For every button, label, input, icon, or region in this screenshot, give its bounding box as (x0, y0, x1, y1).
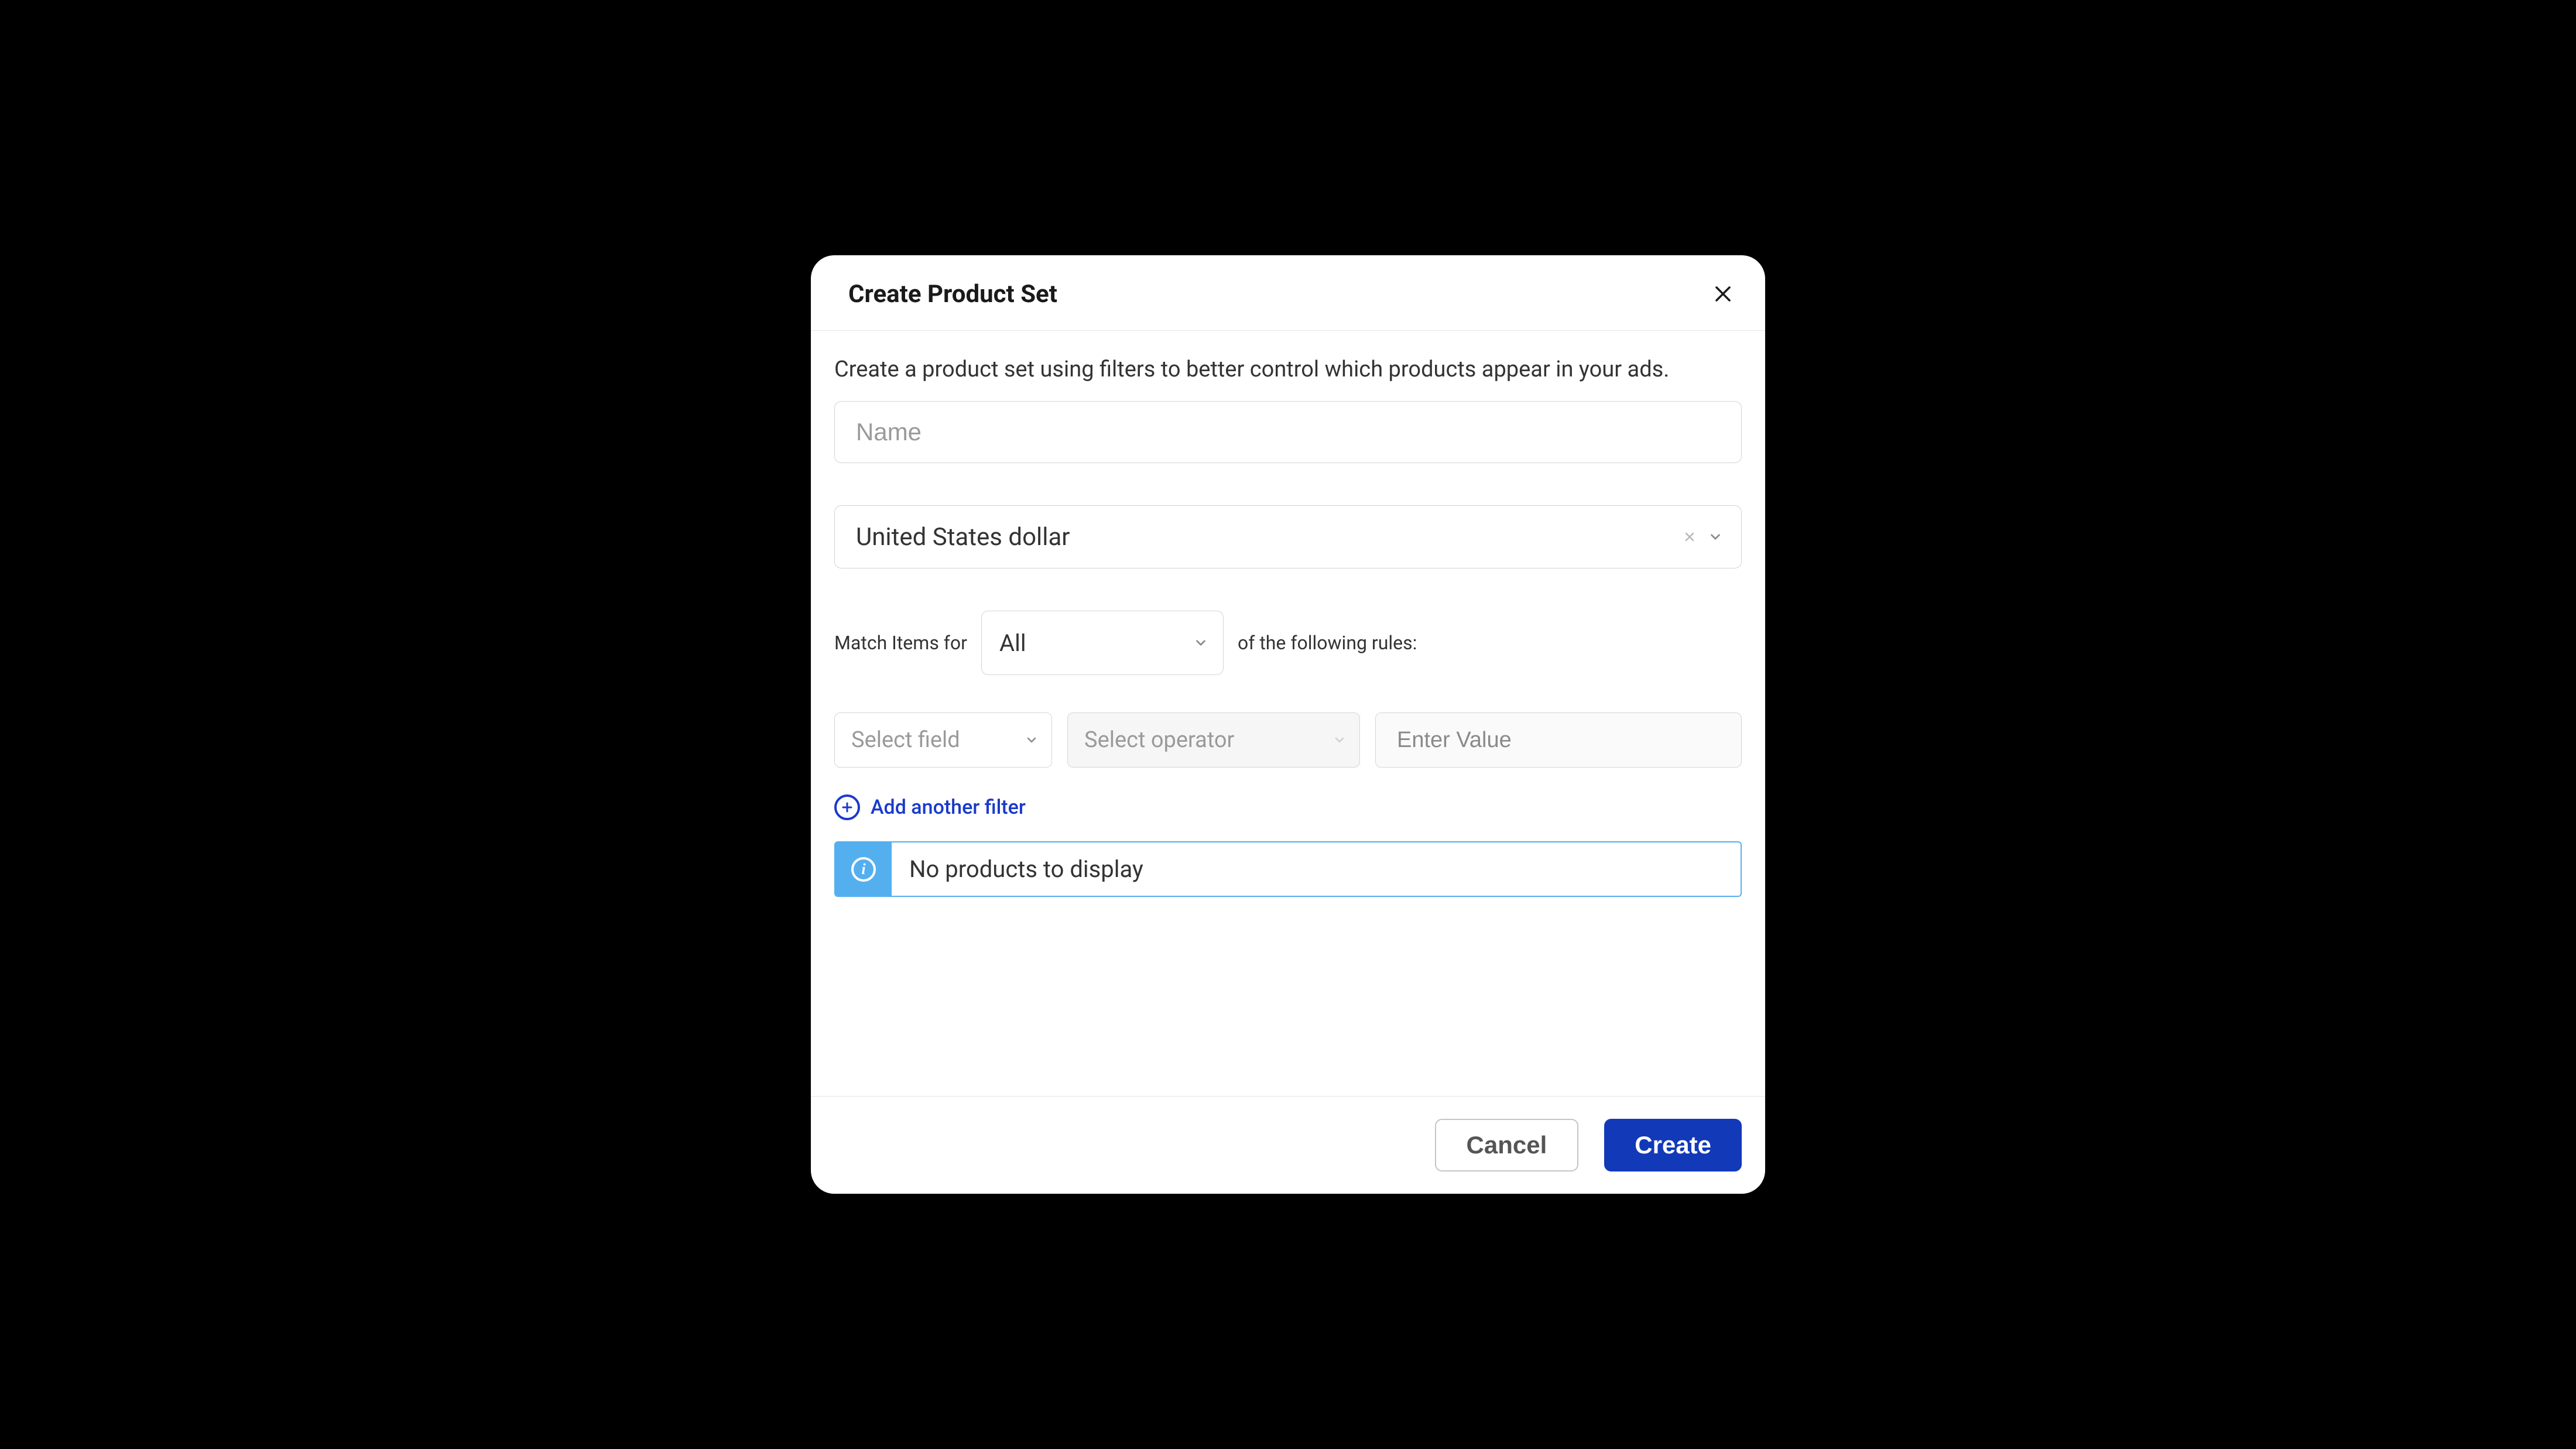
currency-value: United States dollar (856, 523, 1070, 551)
match-prefix-label: Match Items for (834, 632, 967, 654)
chevron-down-icon (1193, 635, 1208, 650)
filter-field-chevron (1023, 732, 1040, 748)
add-filter-button[interactable]: Add another filter (834, 794, 1742, 820)
filter-field-placeholder: Select field (851, 727, 960, 753)
create-button[interactable]: Create (1604, 1119, 1742, 1171)
dialog-footer: Cancel Create (811, 1096, 1765, 1194)
info-icon: i (851, 857, 876, 882)
filter-operator-placeholder: Select operator (1084, 727, 1234, 753)
filter-row: Select field Select operator (834, 712, 1742, 768)
currency-select-icons (1681, 529, 1724, 545)
info-icon-box: i (835, 842, 892, 896)
filter-field-select[interactable]: Select field (834, 712, 1052, 768)
close-button[interactable] (1707, 278, 1739, 310)
x-icon (1683, 530, 1697, 544)
info-banner: i No products to display (834, 841, 1742, 897)
match-select[interactable]: All (981, 611, 1224, 675)
clear-currency-button[interactable] (1681, 529, 1698, 545)
chevron-down-icon (1708, 529, 1723, 544)
add-filter-label: Add another filter (871, 796, 1026, 819)
match-row: Match Items for All of the following rul… (834, 611, 1742, 675)
chevron-down-icon (1025, 733, 1039, 747)
dialog-title: Create Product Set (848, 280, 1057, 309)
match-select-value: All (999, 629, 1026, 657)
dialog-header: Create Product Set (811, 255, 1765, 331)
info-message: No products to display (892, 842, 1741, 896)
close-icon (1712, 283, 1734, 305)
dialog-description: Create a product set using filters to be… (834, 357, 1742, 382)
match-suffix-label: of the following rules: (1238, 632, 1417, 654)
currency-select[interactable]: United States dollar (834, 505, 1742, 568)
cancel-button[interactable]: Cancel (1435, 1119, 1579, 1171)
filter-operator-chevron (1331, 732, 1348, 748)
filter-value-input[interactable] (1375, 712, 1742, 768)
dialog-body: Create a product set using filters to be… (811, 331, 1765, 1096)
chevron-down-icon (1332, 733, 1347, 747)
currency-chevron (1707, 529, 1724, 545)
filter-operator-select[interactable]: Select operator (1067, 712, 1360, 768)
currency-row: United States dollar (834, 505, 1742, 568)
plus-circle-icon (834, 794, 860, 820)
match-chevron (1193, 635, 1209, 651)
create-product-set-dialog: Create Product Set Create a product set … (811, 255, 1765, 1194)
name-input[interactable] (834, 401, 1742, 463)
